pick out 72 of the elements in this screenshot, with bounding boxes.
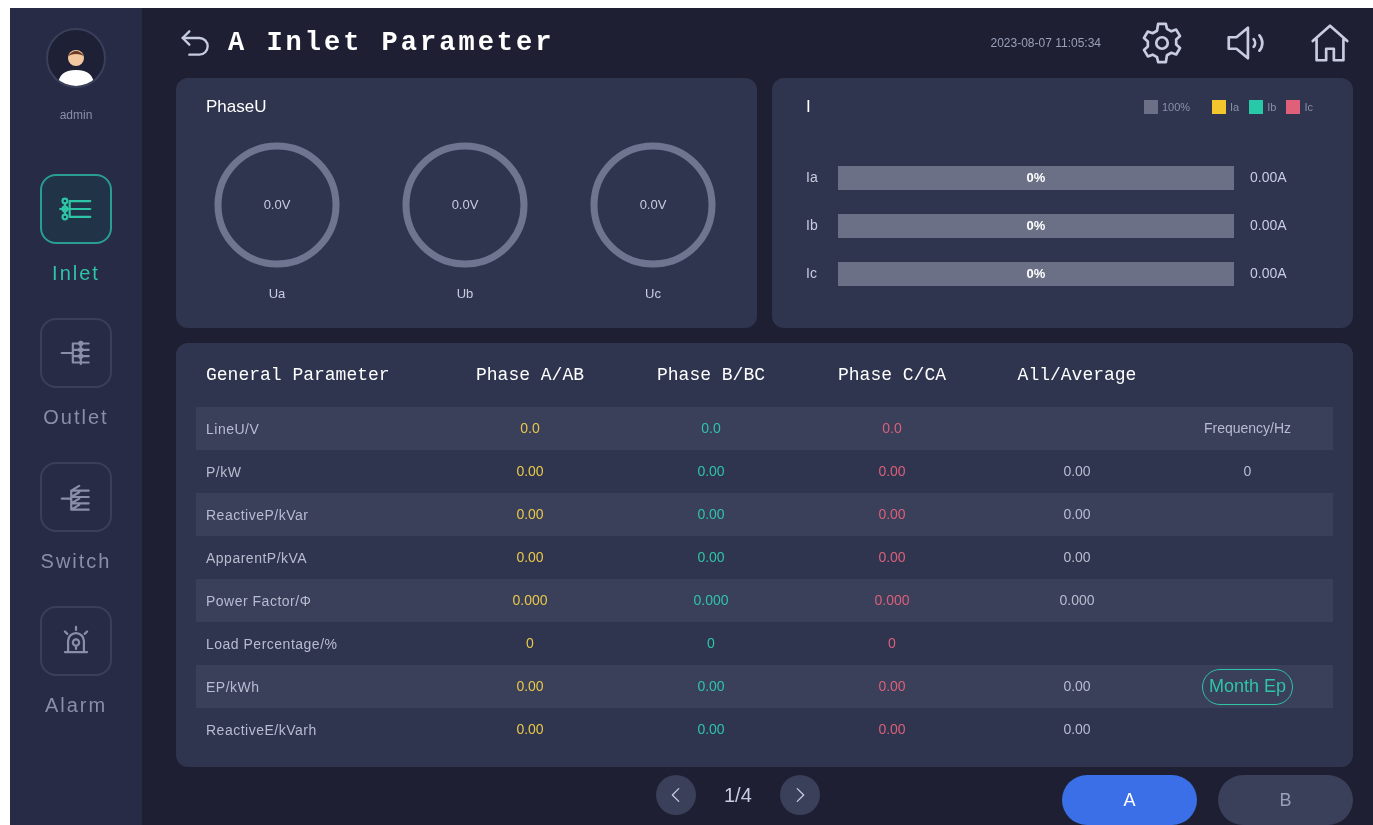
table-value: 0.00: [697, 505, 725, 524]
table-value: 0.00: [1063, 462, 1091, 481]
table-value: 0: [707, 634, 715, 653]
table-value: 0.00: [878, 462, 906, 481]
table-value: 0.00: [697, 720, 725, 739]
legend-label: Ia: [1230, 99, 1240, 115]
legend-label: Ic: [1304, 99, 1313, 115]
gauge-value: 0.0V: [639, 195, 667, 214]
table-value: 0: [526, 634, 534, 653]
phase-tab[interactable]: B: [1218, 775, 1353, 825]
column-header: Phase A/AB: [476, 363, 584, 387]
bar-percent: 0%: [1026, 264, 1046, 283]
parameter-label: ApparentP/kVA: [206, 549, 308, 566]
gauge-label: Uc: [645, 284, 661, 303]
table-value: 0: [1243, 462, 1252, 481]
table-value: 0.0: [882, 419, 902, 438]
legend-label: 100%: [1161, 99, 1191, 115]
user-name: admin: [59, 107, 93, 124]
table-value: 0.00: [516, 677, 544, 696]
bar-label: Ib: [806, 216, 819, 235]
table-value: 0.00: [1063, 720, 1091, 739]
bar-percent: 0%: [1026, 168, 1046, 187]
column-header: Phase B/BC: [657, 363, 765, 387]
table-value: 0.00: [516, 462, 544, 481]
bar-label: Ia: [806, 168, 819, 187]
table-value: 0.00: [516, 548, 544, 567]
date-time: 2023-08-07 11:05:34: [990, 35, 1101, 52]
card-title: I: [806, 96, 811, 118]
bar-label: Ic: [806, 264, 818, 283]
card-title: PhaseU: [206, 96, 268, 118]
table-value: 0.000: [693, 591, 729, 610]
current-reading: 0.00A: [1250, 216, 1287, 235]
column-header: Phase C/CA: [838, 363, 946, 387]
table-value: 0.00: [697, 548, 725, 567]
gauge-value: 0.0V: [451, 195, 479, 214]
parameter-label: LineU/V: [206, 420, 260, 437]
gauge-label: Ua: [268, 284, 286, 303]
parameter-label: EP/kWh: [206, 678, 260, 695]
parameter-label: Power Factor/Φ: [206, 592, 312, 609]
table-value: 0.00: [878, 548, 906, 567]
bar-percent: 0%: [1026, 216, 1046, 235]
table-value: Frequency/Hz: [1203, 419, 1292, 438]
parameter-label: ReactiveE/kVarh: [206, 721, 317, 738]
table-value: 0.000: [512, 591, 548, 610]
page-indicator: 1/4: [724, 783, 752, 808]
table-value: 0.00: [878, 505, 906, 524]
table-value: 0.0: [520, 419, 540, 438]
table-value: 0: [888, 634, 896, 653]
table-value: 0.00: [1063, 548, 1091, 567]
table-value: 0.000: [1059, 591, 1095, 610]
parameter-label: Load Percentage/%: [206, 635, 338, 652]
table-value: 0.000: [874, 591, 910, 610]
current-reading: 0.00A: [1250, 264, 1287, 283]
phase-tab[interactable]: A: [1062, 775, 1197, 825]
parameter-label: ReactiveP/kVar: [206, 506, 309, 523]
current-reading: 0.00A: [1250, 168, 1287, 187]
gauge-value: 0.0V: [263, 195, 291, 214]
page-title: A Inlet Parameter: [228, 26, 555, 60]
gauge-label: Ub: [456, 284, 474, 303]
legend-label: Ib: [1267, 99, 1277, 115]
parameter-label: P/kW: [206, 463, 242, 480]
table-value: 0.00: [697, 462, 725, 481]
table-value: 0.0: [701, 419, 721, 438]
column-header: General Parameter: [206, 364, 390, 385]
column-header: All/Average: [1017, 363, 1137, 387]
table-value: 0.00: [516, 505, 544, 524]
table-value: 0.00: [516, 720, 544, 739]
table-value: 0.00: [697, 677, 725, 696]
table-value: 0.00: [1063, 505, 1091, 524]
table-value: 0.00: [878, 677, 906, 696]
table-value: 0.00: [1063, 677, 1091, 696]
table-value: 0.00: [878, 720, 906, 739]
